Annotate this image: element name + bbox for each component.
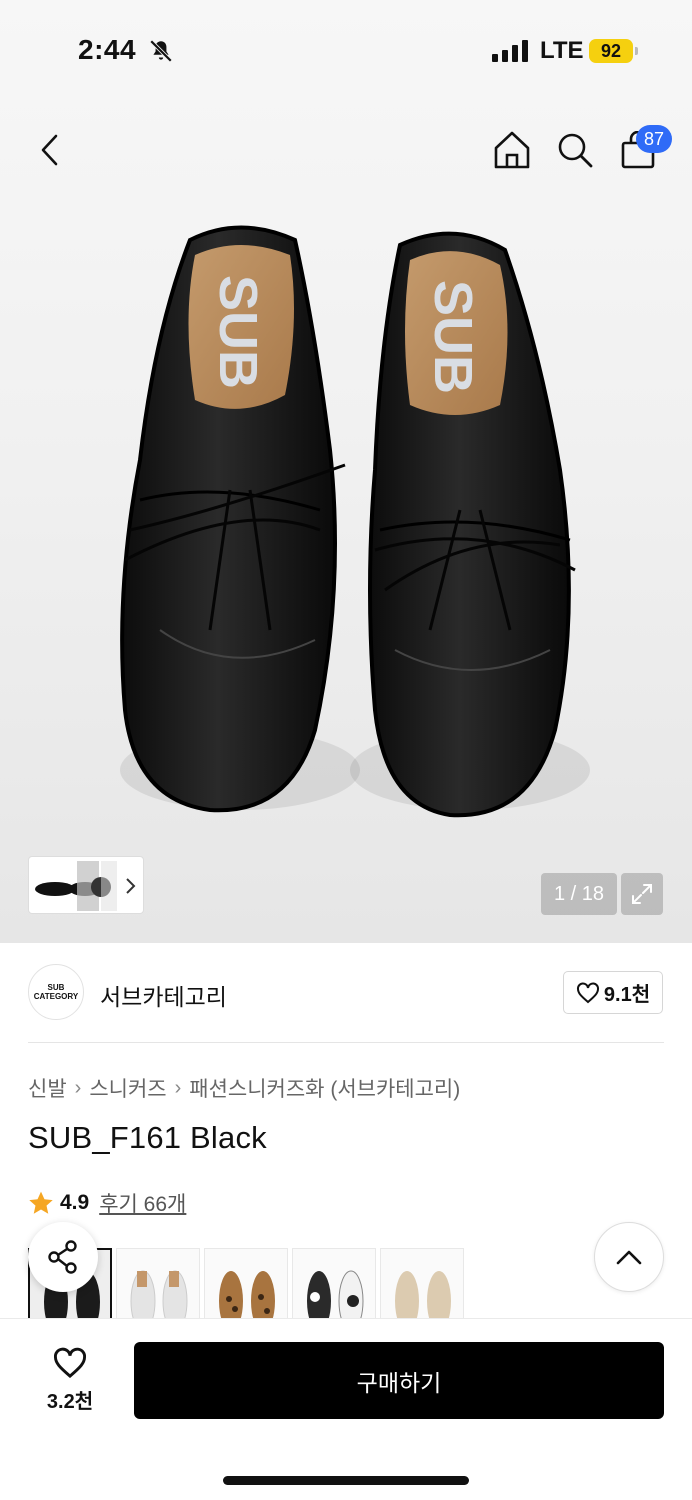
- product-image-area[interactable]: 2:44 LTE 92 87 SUB SUB 1 / 18: [0, 0, 692, 943]
- back-button[interactable]: [30, 128, 70, 172]
- svg-text:SUB: SUB: [423, 280, 483, 394]
- rating-score: 4.9: [60, 1191, 90, 1214]
- breadcrumb-item[interactable]: 신발: [28, 1073, 67, 1103]
- breadcrumb-item[interactable]: 스니커즈: [89, 1073, 166, 1103]
- cart-count-badge: 87: [636, 125, 672, 153]
- product-title: SUB_F161 Black: [28, 1120, 267, 1155]
- expand-icon: [632, 884, 652, 904]
- chevron-right-icon: ›: [174, 1076, 182, 1099]
- color-option-white[interactable]: [116, 1248, 200, 1320]
- search-icon: [558, 133, 593, 168]
- home-button[interactable]: [492, 128, 532, 172]
- home-indicator[interactable]: [223, 1476, 469, 1485]
- heart-icon: [576, 981, 599, 1003]
- share-icon: [48, 1240, 77, 1274]
- brand-like-count: 9.1천: [603, 984, 651, 1006]
- star-icon: [29, 1191, 53, 1214]
- search-button[interactable]: [555, 128, 595, 172]
- breadcrumb-item[interactable]: 패션스니커즈화 (서브카테고리): [189, 1073, 460, 1103]
- color-option-leopard[interactable]: [204, 1248, 288, 1320]
- status-bar: 2:44 LTE 92: [0, 0, 692, 100]
- brand-like-button[interactable]: 9.1천: [563, 971, 663, 1014]
- product-like-button[interactable]: 3.2천: [30, 1342, 110, 1418]
- signal-icon: [492, 40, 528, 62]
- battery-icon: [635, 47, 638, 55]
- divider: [28, 1042, 664, 1043]
- battery-level: 92: [589, 39, 633, 63]
- heart-icon: [53, 1347, 87, 1378]
- status-time: 2:44: [78, 34, 137, 65]
- breadcrumb: 신발 › 스니커즈 › 패션스니커즈화 (서브카테고리): [28, 1073, 460, 1103]
- network-type: LTE: [540, 37, 584, 64]
- share-button[interactable]: [28, 1222, 98, 1292]
- bell-off-icon: [148, 38, 174, 69]
- color-option-cow[interactable]: [292, 1248, 376, 1320]
- thumbnail-strip[interactable]: [28, 856, 144, 914]
- chevron-left-icon: [41, 134, 58, 166]
- scroll-top-button[interactable]: [594, 1222, 664, 1292]
- brand-logo[interactable]: SUB CATEGORY: [28, 964, 84, 1020]
- reviews-link[interactable]: 후기 66개: [99, 1188, 186, 1218]
- color-option-beige[interactable]: [380, 1248, 464, 1320]
- product-like-count: 3.2천: [46, 1390, 94, 1413]
- chevron-up-icon: [616, 1250, 642, 1265]
- fullscreen-button[interactable]: [621, 873, 663, 915]
- rating-row: 4.9 후기 66개: [28, 1188, 186, 1218]
- brand-name[interactable]: 서브카테고리: [100, 978, 227, 1012]
- home-icon: [494, 131, 530, 169]
- product-photo: SUB SUB: [120, 225, 590, 818]
- image-counter: 1 / 18: [541, 873, 617, 915]
- buy-button[interactable]: 구매하기: [134, 1342, 664, 1419]
- chevron-right-icon: [126, 878, 136, 894]
- svg-text:SUB: SUB: [208, 275, 268, 389]
- chevron-right-icon: ›: [74, 1076, 82, 1099]
